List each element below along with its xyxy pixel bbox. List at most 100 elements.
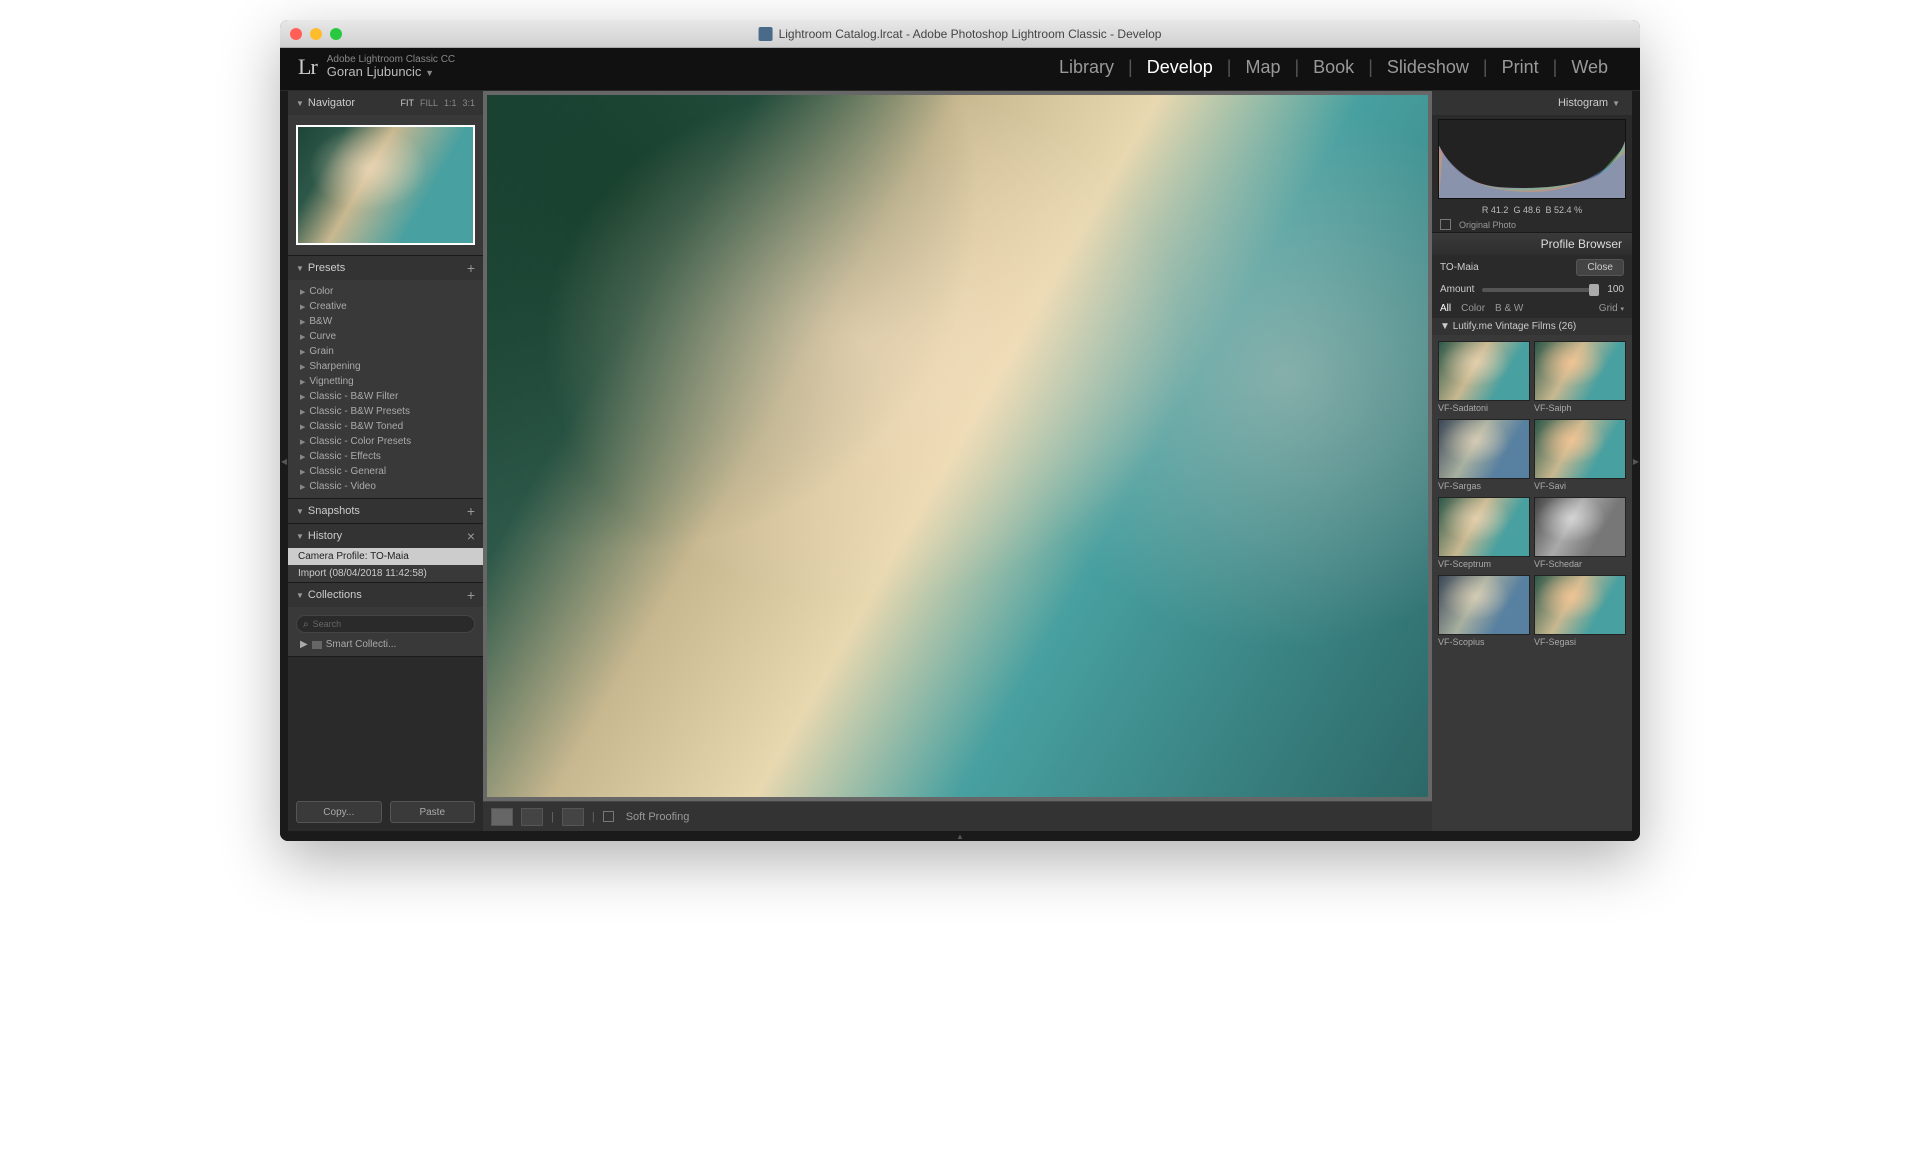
original-photo-row[interactable]: Original Photo [1432, 217, 1632, 232]
amount-slider[interactable] [1482, 288, 1599, 292]
chevron-right-icon: ▶ [300, 363, 305, 371]
disclosure-triangle-icon: ▼ [296, 591, 304, 600]
add-preset-button[interactable]: + [467, 260, 475, 276]
profile-thumbnail[interactable]: VF-Segasi [1534, 575, 1626, 649]
lr-logo: Lr [298, 54, 317, 80]
collection-item[interactable]: ▶ Smart Collecti... [288, 637, 483, 652]
minimize-window-button[interactable] [310, 28, 322, 40]
collections-panel: ▼Collections + ⌕ Search ▶ Smart Collecti… [288, 583, 483, 657]
disclosure-triangle-icon: ▼ [1612, 99, 1620, 108]
chevron-right-icon: ▶ [300, 408, 305, 416]
module-library[interactable]: Library [1045, 57, 1128, 78]
search-icon: ⌕ [303, 619, 309, 630]
disclosure-triangle-icon: ▼ [296, 532, 304, 541]
profile-thumbnail[interactable]: VF-Sceptrum [1438, 497, 1530, 571]
loupe-view-button[interactable] [491, 808, 513, 826]
chevron-right-icon: ▶ [300, 288, 305, 296]
close-window-button[interactable] [290, 28, 302, 40]
copy-button[interactable]: Copy... [296, 801, 382, 823]
chevron-right-icon: ▶ [300, 393, 305, 401]
profile-thumbnails-scroll[interactable]: VF-SadatoniVF-SaiphVF-SargasVF-SaviVF-Sc… [1432, 335, 1632, 831]
chevron-right-icon: ▶ [300, 468, 305, 476]
nav-zoom-fit[interactable]: FIT [400, 98, 414, 108]
profile-thumb-label: VF-Sceptrum [1438, 557, 1530, 571]
navigator-thumbnail[interactable] [296, 125, 475, 245]
soft-proofing-checkbox[interactable] [603, 811, 614, 822]
preset-folder[interactable]: ▶Classic - General [288, 464, 483, 479]
slider-knob[interactable] [1589, 284, 1599, 296]
profile-thumbnail[interactable]: VF-Savi [1534, 419, 1626, 493]
paste-button[interactable]: Paste [390, 801, 476, 823]
module-map[interactable]: Map [1231, 57, 1294, 78]
snapshots-header[interactable]: ▼Snapshots + [288, 499, 483, 523]
profile-filter-bw[interactable]: B & W [1495, 303, 1523, 314]
collections-search[interactable]: ⌕ Search [296, 615, 475, 633]
profile-thumbnail[interactable]: VF-Sadatoni [1438, 341, 1530, 415]
module-print[interactable]: Print [1488, 57, 1553, 78]
presets-header[interactable]: ▼Presets + [288, 256, 483, 280]
profile-thumb-label: VF-Sadatoni [1438, 401, 1530, 415]
preset-folder[interactable]: ▶Color [288, 284, 483, 299]
profile-thumbnail[interactable]: VF-Saiph [1534, 341, 1626, 415]
profile-thumbnail[interactable]: VF-Sargas [1438, 419, 1530, 493]
preset-folder[interactable]: ▶B&W [288, 314, 483, 329]
original-photo-checkbox[interactable] [1440, 219, 1451, 230]
profile-thumb-image [1534, 419, 1626, 479]
add-snapshot-button[interactable]: + [467, 503, 475, 519]
chevron-right-icon: ▶ [300, 303, 305, 311]
module-slideshow[interactable]: Slideshow [1373, 57, 1483, 78]
chevron-right-icon: ▶ [300, 483, 305, 491]
preset-folder[interactable]: ▶Curve [288, 329, 483, 344]
maximize-window-button[interactable] [330, 28, 342, 40]
preset-folder[interactable]: ▶Vignetting [288, 374, 483, 389]
navigator-header[interactable]: ▼Navigator FITFILL1:13:1 [288, 91, 483, 115]
profile-filter-all[interactable]: All [1440, 303, 1451, 314]
profile-name-row: TO-Maia Close [1432, 255, 1632, 280]
preset-folder[interactable]: ▶Classic - B&W Presets [288, 404, 483, 419]
before-after-tb-button[interactable] [562, 808, 584, 826]
profile-thumb-label: VF-Saiph [1534, 401, 1626, 415]
profile-thumbnail[interactable]: VF-Scopius [1438, 575, 1530, 649]
profile-close-button[interactable]: Close [1576, 259, 1624, 276]
copy-paste-buttons: Copy... Paste [288, 793, 483, 831]
preset-folder[interactable]: ▶Classic - Effects [288, 449, 483, 464]
left-panel-grip[interactable]: ◀ [280, 91, 288, 831]
profile-browser-header[interactable]: Profile Browser [1432, 233, 1632, 255]
preset-folder[interactable]: ▶Classic - B&W Toned [288, 419, 483, 434]
chevron-right-icon: ▶ [300, 423, 305, 431]
preset-folder[interactable]: ▶Sharpening [288, 359, 483, 374]
history-step[interactable]: Import (08/04/2018 11:42:58) [288, 565, 483, 582]
main-preview-image[interactable] [487, 95, 1428, 797]
preset-folder[interactable]: ▶Classic - B&W Filter [288, 389, 483, 404]
module-book[interactable]: Book [1299, 57, 1368, 78]
profile-group-header[interactable]: ▼ Lutify.me Vintage Films (26) [1432, 318, 1632, 335]
nav-zoom-1:1[interactable]: 1:1 [444, 98, 457, 108]
module-develop[interactable]: Develop [1133, 57, 1227, 78]
identity-plate[interactable]: Lr Adobe Lightroom Classic CC Goran Ljub… [298, 54, 455, 80]
histogram-display[interactable] [1438, 119, 1626, 199]
profile-thumb-image [1438, 575, 1530, 635]
nav-zoom-fill[interactable]: FILL [420, 98, 438, 108]
preset-folder[interactable]: ▶Creative [288, 299, 483, 314]
preset-folder[interactable]: ▶Classic - Video [288, 479, 483, 494]
profile-filter-color[interactable]: Color [1461, 303, 1485, 314]
histogram-header[interactable]: Histogram ▼ [1432, 91, 1632, 115]
chevron-right-icon: ▶ [300, 453, 305, 461]
right-panel-grip[interactable]: ▶ [1632, 91, 1640, 831]
module-web[interactable]: Web [1557, 57, 1622, 78]
profile-thumbnail[interactable]: VF-Schedar [1534, 497, 1626, 571]
filmstrip-grip[interactable]: ▲ [280, 831, 1640, 841]
collections-header[interactable]: ▼Collections + [288, 583, 483, 607]
nav-zoom-3:1[interactable]: 3:1 [462, 98, 475, 108]
preset-folder[interactable]: ▶Grain [288, 344, 483, 359]
presets-list: ▶Color▶Creative▶B&W▶Curve▶Grain▶Sharpeni… [288, 280, 483, 498]
history-header[interactable]: ▼History × [288, 524, 483, 548]
grid-view-label[interactable]: Grid [1599, 303, 1618, 314]
clear-history-button[interactable]: × [467, 528, 475, 544]
preset-folder[interactable]: ▶Classic - Color Presets [288, 434, 483, 449]
search-placeholder: Search [313, 619, 342, 629]
history-step[interactable]: Camera Profile: TO-Maia [288, 548, 483, 565]
add-collection-button[interactable]: + [467, 587, 475, 603]
before-after-lr-button[interactable] [521, 808, 543, 826]
histogram-panel: Histogram ▼ R 41.2 G 48.6 B 52.4 % [1432, 91, 1632, 233]
